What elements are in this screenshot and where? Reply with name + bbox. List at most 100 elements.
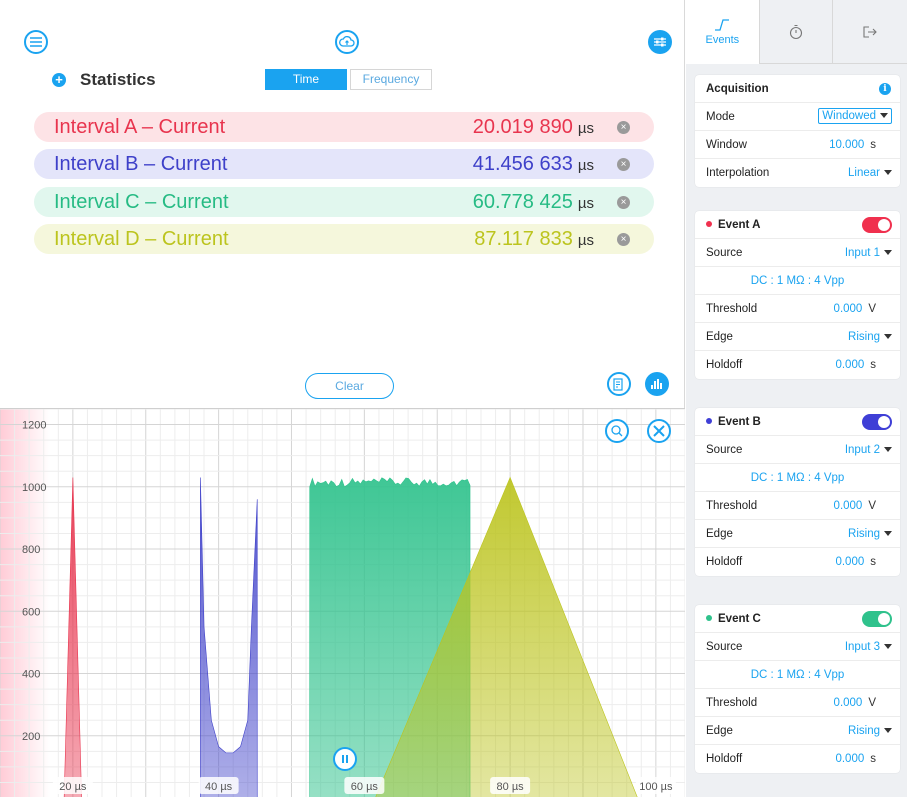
toggle-knob: [878, 219, 890, 231]
tab-stopwatch[interactable]: [760, 0, 834, 64]
event-color-dot: [706, 418, 712, 424]
edge-icon: [715, 19, 730, 31]
tab-time[interactable]: Time: [265, 69, 347, 90]
holdoff-field[interactable]: 0.000 s: [835, 556, 876, 568]
coupling-value[interactable]: DC : 1 MΩ : 4 Vpp: [695, 669, 900, 681]
tab-export[interactable]: [833, 0, 907, 64]
source-value: Input 2: [844, 444, 880, 456]
cloud-upload-button[interactable]: [335, 30, 359, 54]
interval-unit: µs: [577, 119, 594, 137]
event-color-dot: [706, 221, 712, 227]
info-icon[interactable]: i: [879, 83, 891, 95]
edge-value: Rising: [848, 725, 880, 737]
acquisition-header: Acquisition i: [695, 75, 900, 103]
holdoff-field[interactable]: 0.000 s: [835, 359, 876, 371]
chevron-down-icon: [880, 113, 888, 118]
x-tick-label: 100 µs: [639, 781, 673, 793]
interval-label: Interval C – Current: [54, 190, 229, 213]
interval-row: Interval D – Current 87.117 833 µs ×: [34, 224, 654, 254]
chevron-down-icon: [884, 447, 892, 452]
coupling-row: DC : 1 MΩ : 4 Vpp: [695, 464, 900, 492]
remove-interval-icon[interactable]: ×: [617, 121, 630, 134]
edge-value: Rising: [848, 331, 880, 343]
menu-button[interactable]: [24, 30, 48, 54]
event-enable-toggle[interactable]: [862, 414, 892, 430]
holdoff-label: Holdoff: [706, 359, 743, 371]
settings-sliders-button[interactable]: [648, 30, 672, 54]
interval-label: Interval A – Current: [54, 115, 226, 138]
zoom-button[interactable]: [605, 419, 629, 443]
threshold-label: Threshold: [706, 303, 758, 315]
threshold-field[interactable]: 0.000 V: [834, 500, 876, 512]
tools-button[interactable]: [647, 419, 671, 443]
source-row: Source Input 1: [695, 239, 900, 267]
zoom-icon: [611, 425, 623, 437]
mode-value: Windowed: [822, 110, 876, 122]
threshold-value: 0.000: [833, 697, 863, 709]
mode-label: Mode: [706, 111, 735, 123]
pause-icon: [342, 755, 348, 763]
report-button[interactable]: [607, 372, 631, 396]
event-title: Event B: [706, 416, 761, 428]
holdoff-field[interactable]: 0.000 s: [835, 753, 876, 765]
threshold-field[interactable]: 0.000 V: [834, 697, 876, 709]
tools-icon: [653, 425, 665, 437]
holdoff-value: 0.000: [835, 359, 865, 371]
threshold-field[interactable]: 0.000 V: [834, 303, 876, 315]
edge-select[interactable]: Rising: [848, 331, 892, 343]
coupling-value[interactable]: DC : 1 MΩ : 4 Vpp: [695, 472, 900, 484]
interval-value: 41.456 633 µs: [473, 153, 594, 176]
remove-interval-icon[interactable]: ×: [617, 158, 630, 171]
app-window: + Statistics Time Frequency Interval A –…: [0, 0, 907, 797]
holdoff-label: Holdoff: [706, 753, 743, 765]
event-enable-toggle[interactable]: [862, 217, 892, 233]
histogram-button[interactable]: [645, 372, 669, 396]
x-tick-label: 80 µs: [497, 781, 525, 793]
threshold-row: Threshold 0.000 V: [695, 492, 900, 520]
source-select[interactable]: Input 2: [845, 444, 892, 456]
y-tick-label: 1000: [22, 482, 46, 494]
source-select[interactable]: Input 1: [845, 247, 892, 259]
window-value: 10.000: [829, 139, 865, 151]
add-statistic-icon[interactable]: +: [52, 73, 66, 87]
mode-select[interactable]: Windowed: [818, 108, 892, 124]
interpolation-select[interactable]: Linear: [848, 167, 892, 179]
interval-label: Interval D – Current: [54, 227, 229, 250]
event-card: Event A Source Input 1 DC : 1 MΩ : 4 Vpp Thr…: [695, 211, 900, 379]
interval-value: 87.117 833 µs: [474, 228, 594, 251]
histogram-icon: [651, 379, 662, 389]
threshold-row: Threshold 0.000 V: [695, 689, 900, 717]
mode-row: Mode Windowed: [695, 103, 900, 131]
holdoff-row: Holdoff 0.000 s: [695, 351, 900, 379]
settings-tabbar: Events: [686, 0, 907, 64]
interval-number: 20.019 890: [472, 115, 573, 138]
threshold-label: Threshold: [706, 697, 758, 709]
edge-select[interactable]: Rising: [848, 725, 892, 737]
interval-unit: µs: [577, 156, 594, 174]
stopwatch-icon: [789, 24, 803, 40]
threshold-value: 0.000: [833, 303, 863, 315]
tab-events[interactable]: Events: [686, 0, 760, 64]
chevron-down-icon: [884, 531, 892, 536]
event-enable-toggle[interactable]: [862, 611, 892, 627]
source-row: Source Input 2: [695, 436, 900, 464]
clear-button[interactable]: Clear: [305, 373, 394, 399]
source-select[interactable]: Input 3: [845, 641, 892, 653]
histogram-series: [200, 477, 258, 797]
document-edit-icon: [613, 377, 623, 391]
y-tick-label: 1200: [22, 420, 46, 432]
threshold-row: Threshold 0.000 V: [695, 295, 900, 323]
pause-button[interactable]: [333, 747, 357, 771]
edge-label: Edge: [706, 331, 733, 343]
window-field[interactable]: 10.000 s: [829, 139, 876, 151]
coupling-value[interactable]: DC : 1 MΩ : 4 Vpp: [695, 275, 900, 287]
remove-interval-icon[interactable]: ×: [617, 233, 630, 246]
remove-interval-icon[interactable]: ×: [617, 196, 630, 209]
interval-label: Interval B – Current: [54, 152, 228, 175]
y-tick-label: 800: [22, 544, 40, 556]
tab-frequency[interactable]: Frequency: [350, 69, 432, 90]
interpolation-value: Linear: [848, 167, 880, 179]
edge-select[interactable]: Rising: [848, 528, 892, 540]
interpolation-row: Interpolation Linear: [695, 159, 900, 187]
coupling-row: DC : 1 MΩ : 4 Vpp: [695, 661, 900, 689]
